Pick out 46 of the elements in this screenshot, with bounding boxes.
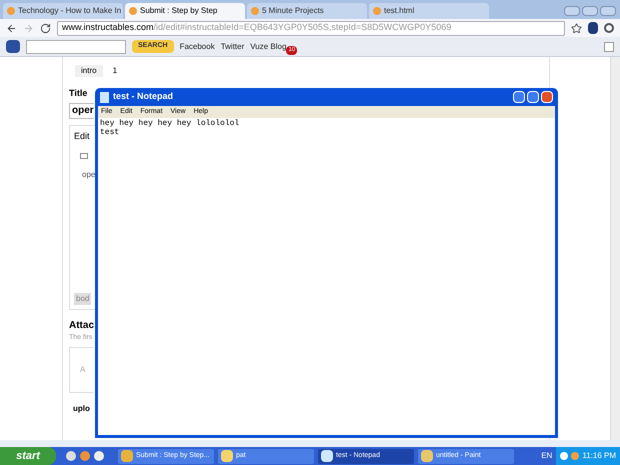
back-icon[interactable] (6, 22, 17, 34)
attach-heading: Attac (69, 318, 94, 332)
clock: 11:16 PM (582, 450, 616, 462)
address-bar[interactable]: www.instructables.com/id/edit#instructableId=EQB643YGP0Y505S,stepId=S8D5WCWGP0Y5069 (57, 20, 565, 36)
text-line: hey hey hey hey hey lolololol (100, 119, 240, 128)
add-icon[interactable] (604, 42, 614, 52)
toolbar-link[interactable]: Facebook (180, 40, 215, 52)
url-path: /id/edit#instructableId=EQB643YGP0Y505S,stepId=S8D5WCWGP0Y5069 (154, 22, 452, 34)
browser-tab[interactable]: test.html (369, 3, 489, 19)
favicon-icon (7, 7, 15, 15)
favicon-icon (129, 7, 137, 15)
url-host: www.instructables.com (62, 22, 154, 34)
editor-label: Edit (74, 130, 90, 142)
title-field[interactable]: oper (69, 102, 94, 118)
start-button[interactable]: start (0, 447, 56, 465)
toolbar-link[interactable]: Vuze Blog (250, 40, 286, 52)
notepad-icon (100, 92, 109, 102)
favicon-icon (373, 7, 381, 15)
toolbar-link[interactable]: Twitter (220, 40, 244, 52)
browser-tab[interactable]: 5 Minute Projects (247, 3, 367, 19)
vertical-scrollbar[interactable] (610, 57, 620, 440)
upload-label: uplo (73, 403, 90, 415)
title-label: Title (69, 87, 88, 100)
horizontal-scrollbar[interactable] (0, 440, 620, 447)
search-field[interactable] (26, 40, 126, 54)
app-icon (321, 450, 333, 462)
folder-icon (221, 450, 233, 462)
step-number: 1 (112, 65, 118, 77)
text-line: test (100, 128, 120, 137)
browser-tab[interactable]: Submit : Step by Step (125, 3, 245, 19)
app-icon (421, 450, 433, 462)
forward-icon[interactable] (23, 22, 34, 34)
star-icon[interactable] (571, 22, 582, 34)
editor-footer: bod (74, 292, 92, 304)
logo-icon[interactable] (6, 40, 20, 53)
spellcheck-icon[interactable] (80, 153, 88, 159)
browser-tab[interactable]: Technology - How to Make In (3, 3, 123, 19)
window-title: test - Notepad (113, 90, 174, 104)
extension-icon[interactable] (588, 22, 598, 34)
reload-icon[interactable] (40, 22, 51, 34)
text-area[interactable]: hey hey hey hey hey lolololol test (98, 118, 555, 435)
step-tab[interactable]: intro (75, 65, 103, 77)
editor-text: ope (82, 169, 96, 181)
language-indicator[interactable]: EN (541, 450, 552, 462)
app-icon (121, 450, 133, 462)
favicon-icon (251, 7, 259, 15)
